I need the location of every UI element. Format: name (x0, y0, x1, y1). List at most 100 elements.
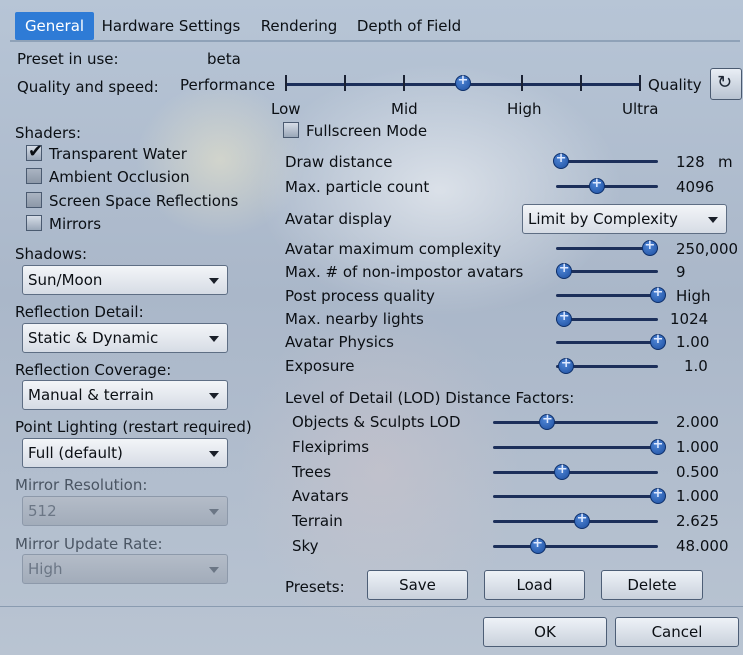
quality-left-label: Performance (180, 76, 276, 94)
chevron-down-icon (209, 336, 219, 342)
nearby-lights-knob[interactable] (556, 309, 573, 327)
post-process-quality-track[interactable] (556, 294, 658, 297)
lod-objects-label: Objects & Sculpts LOD (292, 413, 461, 431)
tab-underline (10, 40, 740, 42)
lod-trees-knob[interactable] (554, 462, 571, 480)
tab-depth-of-field[interactable]: Depth of Field (350, 12, 468, 40)
lod-flexiprims-value: 1.000 (676, 438, 719, 456)
mirror-update-rate-label: Mirror Update Rate: (15, 535, 163, 553)
avatar-complexity-knob[interactable] (641, 238, 658, 256)
avatar-display-label: Avatar display (285, 210, 392, 228)
transparent-water-checkbox[interactable]: ✔ (26, 141, 43, 162)
chevron-down-icon (209, 451, 219, 457)
particle-count-label: Max. particle count (285, 178, 430, 196)
non-impostor-avatars-label: Max. # of non-impostor avatars (285, 263, 524, 281)
ok-button[interactable]: OK (483, 617, 607, 647)
lod-flexiprims-knob[interactable] (650, 437, 666, 455)
shadows-value: Sun/Moon (28, 271, 103, 289)
mirrors-checkbox[interactable] (26, 215, 42, 231)
quality-tick (403, 75, 405, 91)
avatar-complexity-label: Avatar maximum complexity (285, 240, 502, 258)
point-lighting-dropdown[interactable]: Full (default) (22, 438, 228, 468)
draw-distance-track[interactable] (556, 160, 658, 163)
shadows-dropdown[interactable]: Sun/Moon (22, 265, 228, 295)
avatar-physics-knob[interactable] (650, 332, 666, 350)
quality-tick-high: High (507, 100, 542, 118)
avatar-display-value: Limit by Complexity (528, 210, 678, 228)
lod-sky-track[interactable] (493, 545, 658, 548)
presets-label: Presets: (285, 578, 345, 596)
reflection-coverage-value: Manual & terrain (28, 386, 154, 404)
non-impostor-avatars-value: 9 (676, 263, 686, 281)
reflection-detail-dropdown[interactable]: Static & Dynamic (22, 323, 228, 353)
mirrors-label: Mirrors (49, 215, 102, 233)
avatar-complexity-value: 250,000 (676, 240, 739, 258)
draw-distance-label: Draw distance (285, 153, 393, 171)
lod-sky-knob[interactable] (529, 536, 546, 554)
load-preset-button[interactable]: Load (484, 570, 585, 600)
delete-preset-button[interactable]: Delete (601, 570, 703, 600)
lod-terrain-label: Terrain (292, 512, 343, 530)
avatar-display-dropdown[interactable]: Limit by Complexity (522, 204, 727, 234)
fullscreen-checkbox[interactable] (283, 122, 299, 138)
reflection-detail-value: Static & Dynamic (28, 329, 159, 347)
lod-flexiprims-track[interactable] (493, 446, 658, 449)
reflection-coverage-label: Reflection Coverage: (15, 361, 172, 379)
lod-trees-label: Trees (292, 463, 332, 481)
quality-tick (639, 75, 641, 91)
particle-count-knob[interactable] (588, 176, 605, 194)
quality-tick-mid: Mid (391, 100, 418, 118)
point-lighting-value: Full (default) (28, 444, 123, 462)
quality-tick (285, 75, 287, 91)
chevron-down-icon (708, 217, 718, 223)
lod-trees-track[interactable] (493, 471, 658, 474)
fullscreen-label: Fullscreen Mode (306, 122, 428, 140)
exposure-value: 1.0 (684, 357, 708, 375)
tab-rendering[interactable]: Rendering (254, 12, 344, 40)
draw-distance-value: 128 (676, 153, 705, 171)
lod-avatars-knob[interactable] (650, 486, 666, 504)
screen-space-reflections-checkbox[interactable] (26, 192, 42, 208)
lod-terrain-value: 2.625 (676, 512, 719, 530)
lod-objects-value: 2.000 (676, 413, 719, 431)
quality-tick (344, 75, 346, 91)
ambient-occlusion-checkbox[interactable] (26, 168, 42, 184)
shadows-label: Shadows: (15, 245, 88, 263)
save-preset-button[interactable]: Save (367, 570, 468, 600)
preset-label: Preset in use: (17, 50, 119, 68)
lod-avatars-label: Avatars (292, 487, 349, 505)
avatar-physics-label: Avatar Physics (285, 333, 394, 351)
lod-trees-value: 0.500 (676, 463, 719, 481)
post-process-quality-label: Post process quality (285, 287, 435, 305)
particle-count-track[interactable] (556, 185, 658, 188)
lod-avatars-track[interactable] (493, 495, 658, 498)
mirror-resolution-dropdown[interactable]: 512 (22, 496, 228, 526)
tab-general[interactable]: General (15, 12, 94, 40)
lod-sky-value: 48.000 (676, 537, 729, 555)
quality-slider-knob[interactable] (455, 73, 471, 91)
preset-value: beta (207, 50, 241, 68)
chevron-down-icon (209, 278, 219, 284)
footer-divider (0, 606, 743, 607)
mirror-update-rate-dropdown[interactable]: High (22, 554, 228, 584)
tab-hardware-settings[interactable]: Hardware Settings (96, 12, 246, 40)
quality-label: Quality and speed: (17, 78, 159, 96)
exposure-knob[interactable] (558, 356, 575, 374)
lod-sky-label: Sky (292, 537, 319, 555)
lod-objects-track[interactable] (493, 421, 658, 424)
post-process-quality-value: High (676, 287, 711, 305)
reset-quality-button[interactable]: ↻ (710, 68, 742, 100)
particle-count-value: 4096 (676, 178, 715, 196)
cancel-button[interactable]: Cancel (615, 617, 739, 647)
draw-distance-unit: m (718, 153, 733, 171)
lod-terrain-knob[interactable] (574, 511, 591, 529)
avatar-physics-track[interactable] (556, 341, 658, 344)
non-impostor-avatars-knob[interactable] (556, 261, 573, 279)
post-process-quality-knob[interactable] (650, 285, 666, 303)
lod-objects-knob[interactable] (539, 412, 556, 430)
quality-tick-ultra: Ultra (622, 100, 659, 118)
mirror-resolution-label: Mirror Resolution: (15, 476, 148, 494)
chevron-down-icon (209, 393, 219, 399)
draw-distance-knob[interactable] (553, 151, 570, 169)
reflection-coverage-dropdown[interactable]: Manual & terrain (22, 380, 228, 410)
